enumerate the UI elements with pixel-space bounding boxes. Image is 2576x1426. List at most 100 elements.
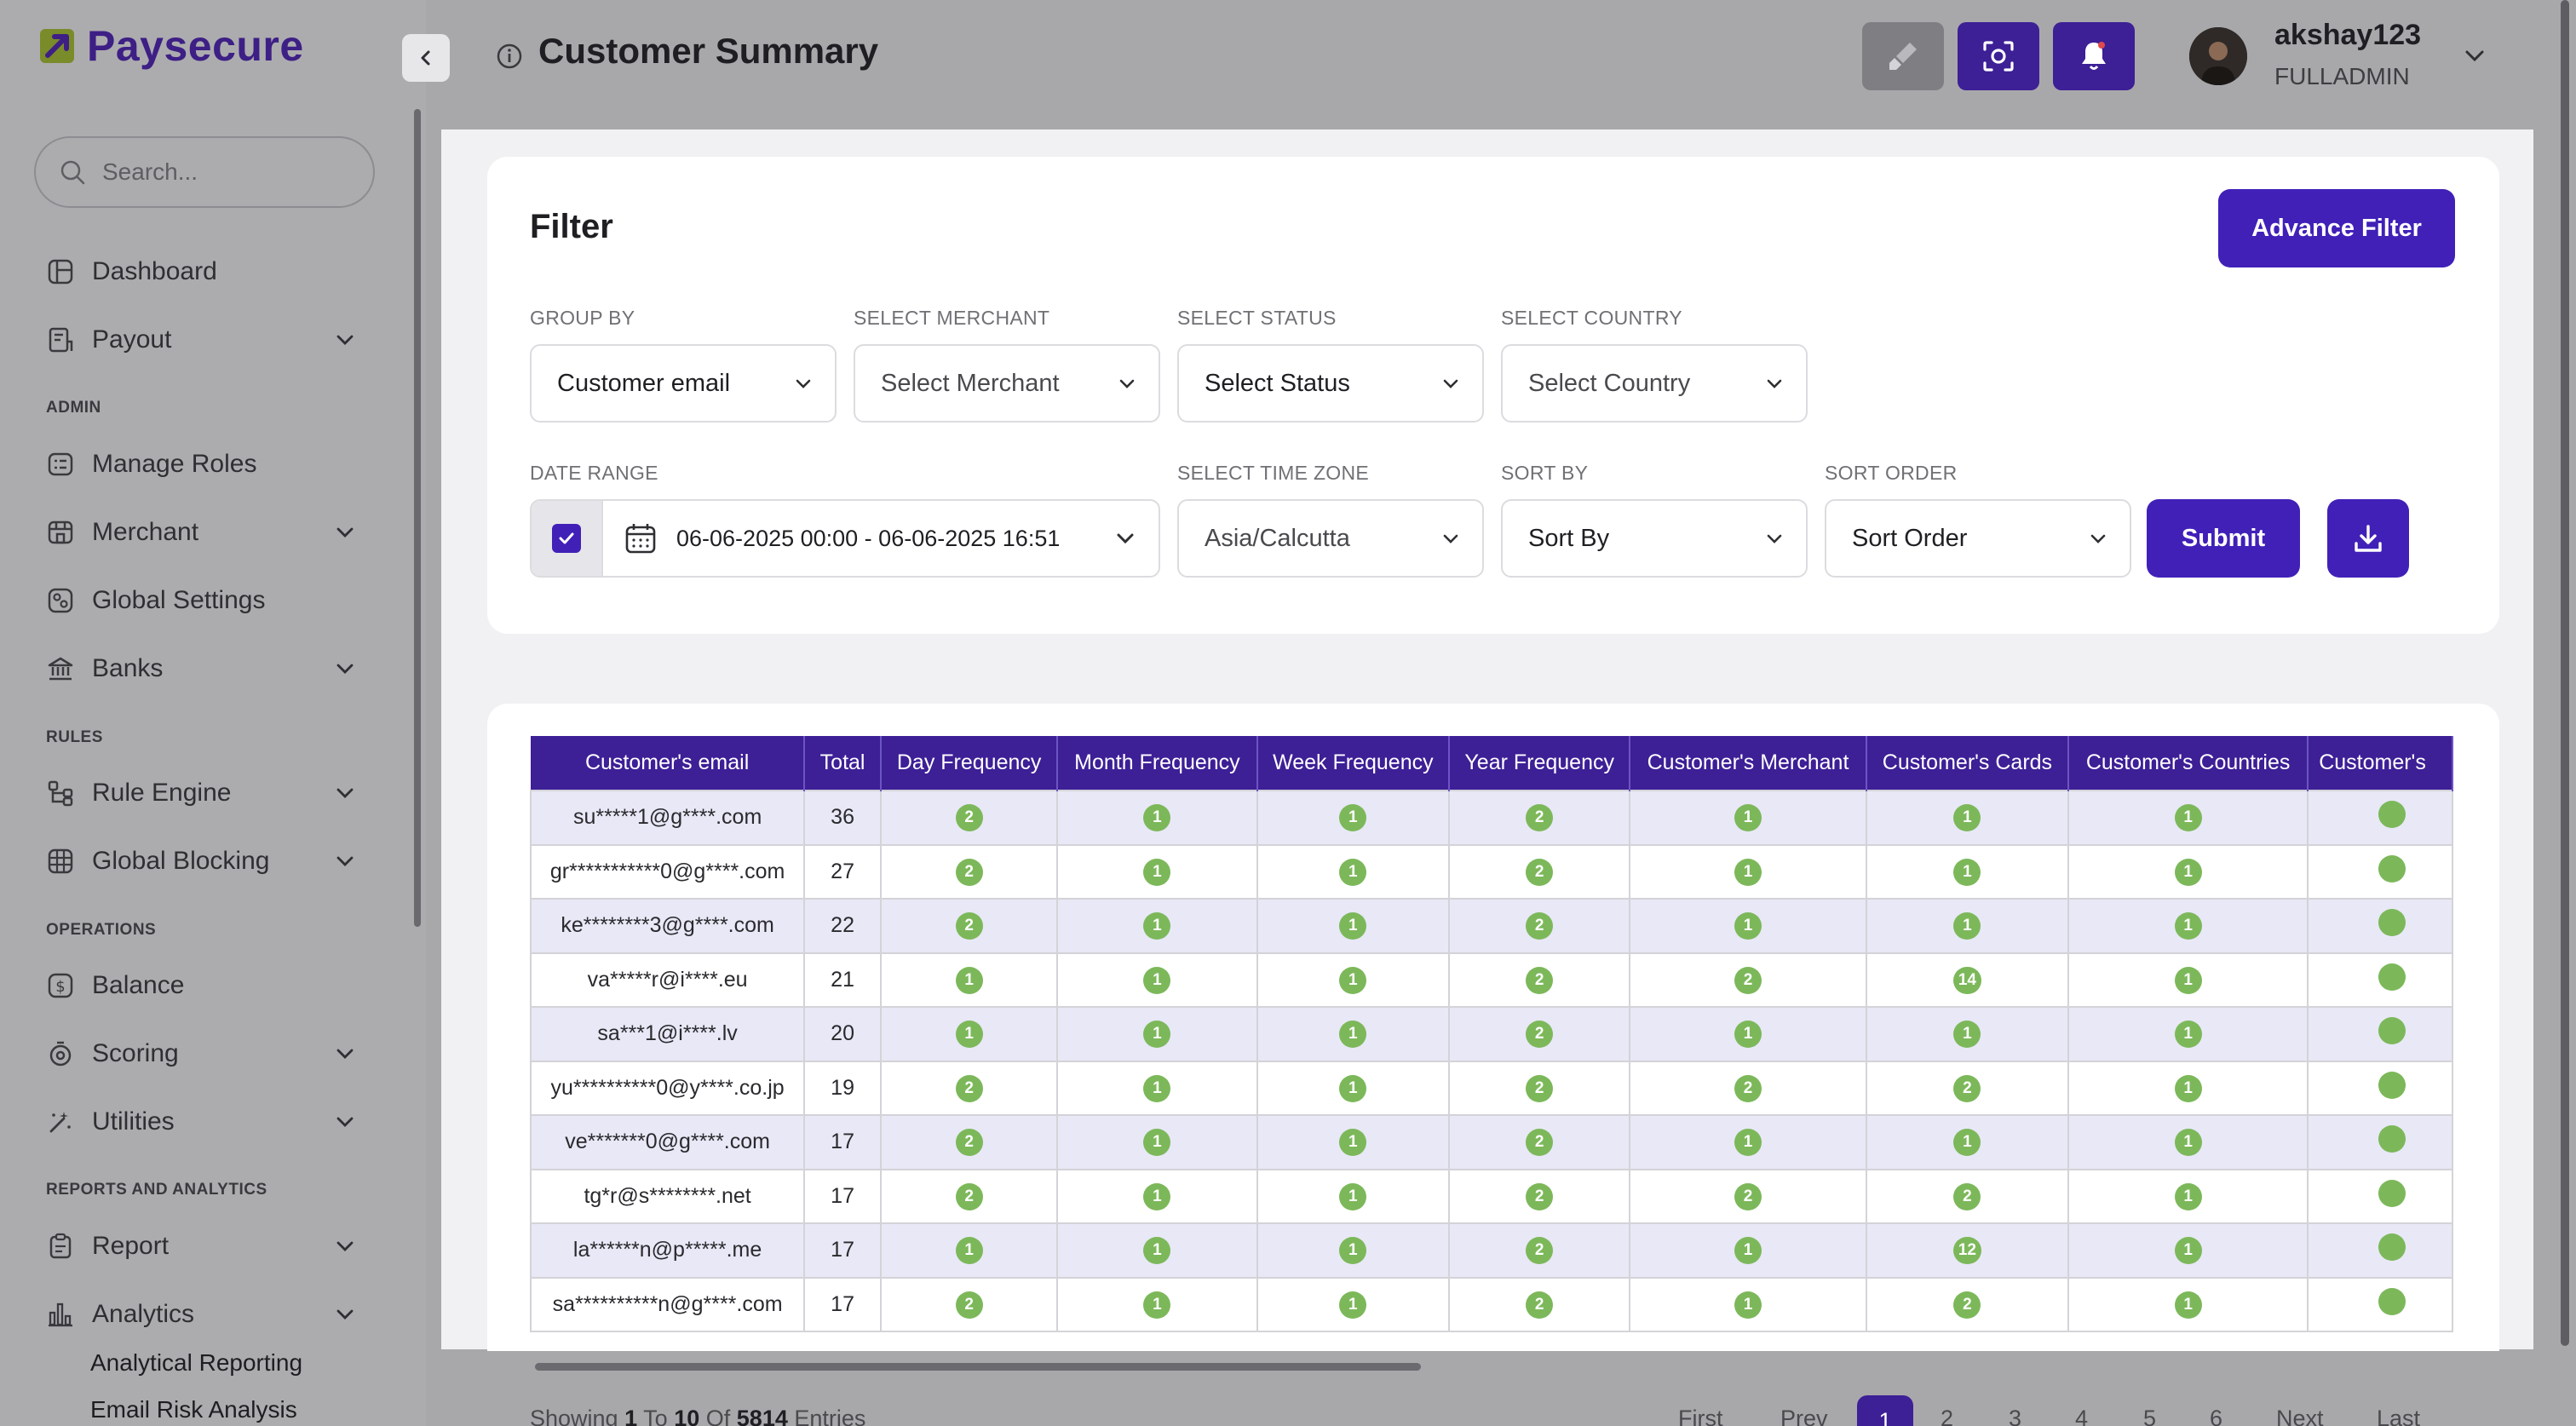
sidebar-item-analytics[interactable]: Analytics <box>44 1289 358 1340</box>
pagination-page-2[interactable]: 2 <box>1941 1406 1953 1426</box>
merchant-select[interactable]: Select Merchant <box>854 344 1160 423</box>
table-cell: 2 <box>879 790 1059 846</box>
user-avatar-icon <box>2189 27 2247 85</box>
table-cell: 1 <box>1056 1006 1258 1062</box>
sidebar-item-payout[interactable]: Payout <box>44 314 358 365</box>
date-range-picker[interactable]: 06-06-2025 00:00 - 06-06-2025 16:51 <box>530 499 1160 578</box>
page-scrollbar[interactable] <box>2561 0 2569 1346</box>
pagination-prev[interactable]: Prev <box>1780 1406 1828 1426</box>
column-header[interactable]: Customer's Countries <box>2068 736 2309 791</box>
country-label: SELECT COUNTRY <box>1501 307 1682 329</box>
column-header[interactable]: Customer's Cards <box>1866 736 2070 791</box>
table-row[interactable]: gr***********0@g****.com 27 2 1 1 2 1 1 1 <box>530 843 2453 900</box>
table-cell: va*****r@i****.eu <box>530 952 806 1008</box>
sidebar-item-global-blocking[interactable]: Global Blocking <box>44 836 358 887</box>
chevron-down-icon[interactable] <box>332 327 358 353</box>
table-row[interactable]: tg*r@s********.net 17 2 1 1 2 2 2 1 <box>530 1168 2453 1224</box>
sidebar-item-rule-engine[interactable]: Rule Engine <box>44 768 358 819</box>
sort-by-select[interactable]: Sort By <box>1501 499 1808 578</box>
table-row[interactable]: ke********3@g****.com 22 2 1 1 2 1 1 1 <box>530 898 2453 954</box>
chevron-down-icon <box>1443 379 1458 388</box>
table-cell: 1 <box>2067 1006 2309 1062</box>
date-range-checkbox[interactable] <box>552 524 581 553</box>
count-badge: 1 <box>1339 1129 1367 1157</box>
pagination-last[interactable]: Last <box>2377 1406 2420 1426</box>
table-cell: 2 <box>1629 952 1867 1008</box>
column-header[interactable]: Year Frequency <box>1449 736 1631 791</box>
collapse-sidebar-button[interactable] <box>402 34 450 82</box>
chevron-down-icon[interactable] <box>332 520 358 545</box>
column-header[interactable]: Week Frequency <box>1256 736 1451 791</box>
table-row[interactable]: sa***1@i****.lv 20 1 1 1 2 1 1 1 <box>530 1006 2453 1062</box>
table-cell <box>2307 843 2453 900</box>
table-cell: 2 <box>1448 843 1631 900</box>
chevron-down-icon[interactable] <box>332 1233 358 1259</box>
count-badge-truncated <box>2378 1179 2406 1207</box>
clear-cache-button[interactable] <box>1862 22 1944 90</box>
sidebar-subitem-email-risk-analysis[interactable]: Email Risk Analysis <box>90 1396 297 1423</box>
pagination-page-1[interactable]: 1 <box>1857 1395 1913 1426</box>
table-row[interactable]: sa**********n@g****.com 17 2 1 1 2 1 2 1 <box>530 1276 2453 1332</box>
column-header[interactable]: Customer's Merchant <box>1630 736 1867 791</box>
chevron-down-icon[interactable] <box>332 1109 358 1135</box>
sidebar-item-manage-roles[interactable]: Manage Roles <box>44 439 358 490</box>
chevron-down-icon[interactable] <box>332 656 358 681</box>
sidebar-search[interactable] <box>34 136 375 208</box>
table-row[interactable]: su*****1@g****.com 36 2 1 1 2 1 1 1 <box>530 790 2453 846</box>
submit-button[interactable]: Submit <box>2147 499 2300 578</box>
blocking-icon <box>44 845 77 877</box>
sidebar-item-utilities[interactable]: Utilities <box>44 1096 358 1147</box>
date-range-toggle[interactable] <box>532 501 603 576</box>
count-badge: 1 <box>2174 912 2202 940</box>
chevron-down-icon[interactable] <box>332 780 358 806</box>
column-header[interactable]: Total <box>804 736 882 791</box>
sidebar-item-scoring[interactable]: Scoring <box>44 1028 358 1079</box>
sidebar-item-merchant[interactable]: Merchant <box>44 507 358 558</box>
pagination-page-5[interactable]: 5 <box>2143 1406 2156 1426</box>
roles-icon <box>44 448 77 480</box>
pagination-first[interactable]: First <box>1678 1406 1722 1426</box>
download-button[interactable] <box>2327 499 2409 578</box>
notifications-button[interactable] <box>2053 22 2135 90</box>
screenshot-button[interactable] <box>1958 22 2039 90</box>
info-icon[interactable] <box>496 43 523 70</box>
chevron-down-icon[interactable] <box>332 1302 358 1327</box>
table-row[interactable]: ve*******0@g****.com 17 2 1 1 2 1 1 1 <box>530 1114 2453 1170</box>
column-header[interactable]: Customer's <box>2308 736 2453 791</box>
sidebar-item-report[interactable]: Report <box>44 1221 358 1272</box>
sidebar-subitem-analytical-reporting[interactable]: Analytical Reporting <box>90 1349 302 1377</box>
chevron-down-icon[interactable] <box>332 1041 358 1067</box>
chevron-down-icon[interactable] <box>2460 41 2489 70</box>
table-row[interactable]: la******n@p*****.me 17 1 1 1 2 1 12 1 <box>530 1222 2453 1279</box>
time-zone-select[interactable]: Asia/Calcutta <box>1177 499 1484 578</box>
table-row[interactable]: yu**********0@y****.co.jp 19 2 1 1 2 2 2 1 <box>530 1060 2453 1116</box>
pagination-next[interactable]: Next <box>2276 1406 2324 1426</box>
search-input[interactable] <box>102 158 358 186</box>
group-by-select[interactable]: Customer email <box>530 344 837 423</box>
country-select[interactable]: Select Country <box>1501 344 1808 423</box>
sidebar-item-global-settings[interactable]: Global Settings <box>44 575 358 626</box>
sidebar-scrollbar[interactable] <box>414 109 421 927</box>
column-header[interactable]: Day Frequency <box>880 736 1059 791</box>
chevron-down-icon[interactable] <box>332 848 358 874</box>
sidebar-item-banks[interactable]: Banks <box>44 643 358 694</box>
download-icon <box>2355 525 2382 552</box>
table-horizontal-scrollbar[interactable] <box>535 1363 1421 1371</box>
status-select[interactable]: Select Status <box>1177 344 1484 423</box>
advance-filter-button[interactable]: Advance Filter <box>2218 189 2455 267</box>
table-cell: 2 <box>1448 1276 1631 1332</box>
table-cell: tg*r@s********.net <box>530 1168 806 1224</box>
column-header[interactable]: Customer's email <box>531 736 806 791</box>
sort-order-value: Sort Order <box>1852 524 1968 552</box>
sidebar-item-balance[interactable]: $ Balance <box>44 960 358 1011</box>
pagination-page-6[interactable]: 6 <box>2210 1406 2222 1426</box>
avatar[interactable] <box>2189 27 2247 85</box>
column-header[interactable]: Month Frequency <box>1057 736 1258 791</box>
sidebar-item-dashboard[interactable]: Dashboard <box>44 246 358 297</box>
pagination-page-4[interactable]: 4 <box>2075 1406 2088 1426</box>
logo[interactable]: Paysecure <box>37 19 304 73</box>
pagination-page-3[interactable]: 3 <box>2009 1406 2021 1426</box>
sort-order-select[interactable]: Sort Order <box>1825 499 2131 578</box>
count-badge: 1 <box>1143 1237 1171 1265</box>
table-row[interactable]: va*****r@i****.eu 21 1 1 1 2 2 14 1 <box>530 952 2453 1008</box>
